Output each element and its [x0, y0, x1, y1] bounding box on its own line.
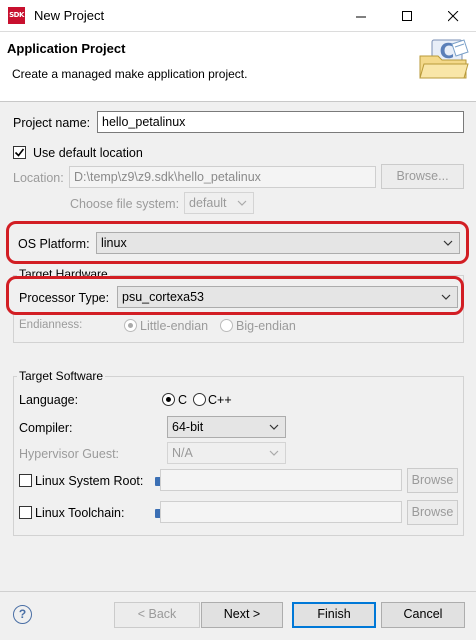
chevron-down-icon	[269, 424, 279, 430]
big-endian-label: Big-endian	[236, 319, 296, 333]
check-icon	[14, 148, 25, 157]
compiler-select[interactable]: 64-bit	[167, 416, 286, 438]
toolchain-input[interactable]	[160, 501, 402, 523]
location-label: Location:	[13, 171, 64, 185]
compiler-value: 64-bit	[172, 420, 204, 434]
minimize-button[interactable]	[338, 0, 384, 32]
sysroot-checkbox[interactable]	[19, 474, 32, 487]
toolchain-label: Linux Toolchain:	[35, 506, 125, 520]
sysroot-input[interactable]	[160, 469, 402, 491]
toolchain-checkbox[interactable]	[19, 506, 32, 519]
page-title: Application Project	[7, 41, 126, 56]
next-button[interactable]: Next >	[201, 602, 283, 628]
target-software-legend: Target Software	[17, 369, 106, 383]
processor-type-select[interactable]: psu_cortexa53	[117, 286, 458, 308]
maximize-button[interactable]	[384, 0, 430, 32]
maximize-icon	[401, 10, 412, 21]
language-cpp-radio[interactable]	[193, 393, 206, 406]
filesystem-label: Choose file system:	[70, 197, 180, 211]
language-c-radio[interactable]	[162, 393, 175, 406]
minimize-icon	[355, 16, 366, 17]
little-endian-label: Little-endian	[140, 319, 209, 333]
processor-type-value: psu_cortexa53	[122, 290, 205, 304]
endianness-label: Endianness:	[19, 319, 83, 331]
close-icon	[447, 10, 458, 21]
radio-selected-dot	[128, 323, 133, 328]
chevron-down-icon	[269, 450, 279, 456]
default-location-checkbox[interactable]	[13, 146, 26, 159]
language-cpp-label: C++	[208, 393, 232, 407]
chevron-down-icon	[443, 240, 453, 246]
radio-selected-dot	[166, 397, 171, 402]
location-browse-button[interactable]: Browse...	[381, 164, 464, 189]
language-label: Language:	[19, 393, 79, 407]
filesystem-select[interactable]: default	[184, 192, 254, 214]
filesystem-value: default	[189, 196, 227, 210]
os-platform-select[interactable]: linux	[96, 232, 460, 254]
processor-type-label: Processor Type:	[19, 291, 110, 305]
close-button[interactable]	[430, 0, 476, 32]
project-name-input[interactable]: hello_petalinux	[97, 111, 464, 133]
sdk-app-icon: SDK	[8, 7, 25, 24]
hypervisor-value: N/A	[172, 446, 193, 460]
os-platform-value: linux	[101, 236, 127, 250]
project-name-label: Project name:	[13, 116, 91, 130]
page-description: Create a managed make application projec…	[12, 67, 248, 81]
default-location-label: Use default location	[33, 146, 143, 160]
location-input[interactable]: D:\temp\z9\z9.sdk\hello_petalinux	[69, 166, 376, 188]
chevron-down-icon	[237, 200, 247, 206]
language-c-label: C	[178, 393, 188, 407]
hypervisor-label: Hypervisor Guest:	[19, 447, 120, 461]
hypervisor-select[interactable]: N/A	[167, 442, 286, 464]
little-endian-radio[interactable]	[124, 319, 137, 332]
help-icon[interactable]: ?	[13, 605, 32, 624]
chevron-down-icon	[441, 294, 451, 300]
back-button[interactable]: < Back	[114, 602, 200, 628]
toolchain-browse-button[interactable]: Browse	[407, 500, 458, 525]
sysroot-browse-button[interactable]: Browse	[407, 468, 458, 493]
c-project-folder-icon: C	[419, 39, 469, 79]
cancel-button[interactable]: Cancel	[381, 602, 465, 628]
footer-divider	[0, 591, 476, 592]
window-title: New Project	[34, 8, 105, 23]
compiler-label: Compiler:	[19, 421, 73, 435]
big-endian-radio[interactable]	[220, 319, 233, 332]
finish-button[interactable]: Finish	[292, 602, 376, 628]
os-platform-label: OS Platform:	[18, 237, 90, 251]
sysroot-label: Linux System Root:	[35, 474, 144, 488]
